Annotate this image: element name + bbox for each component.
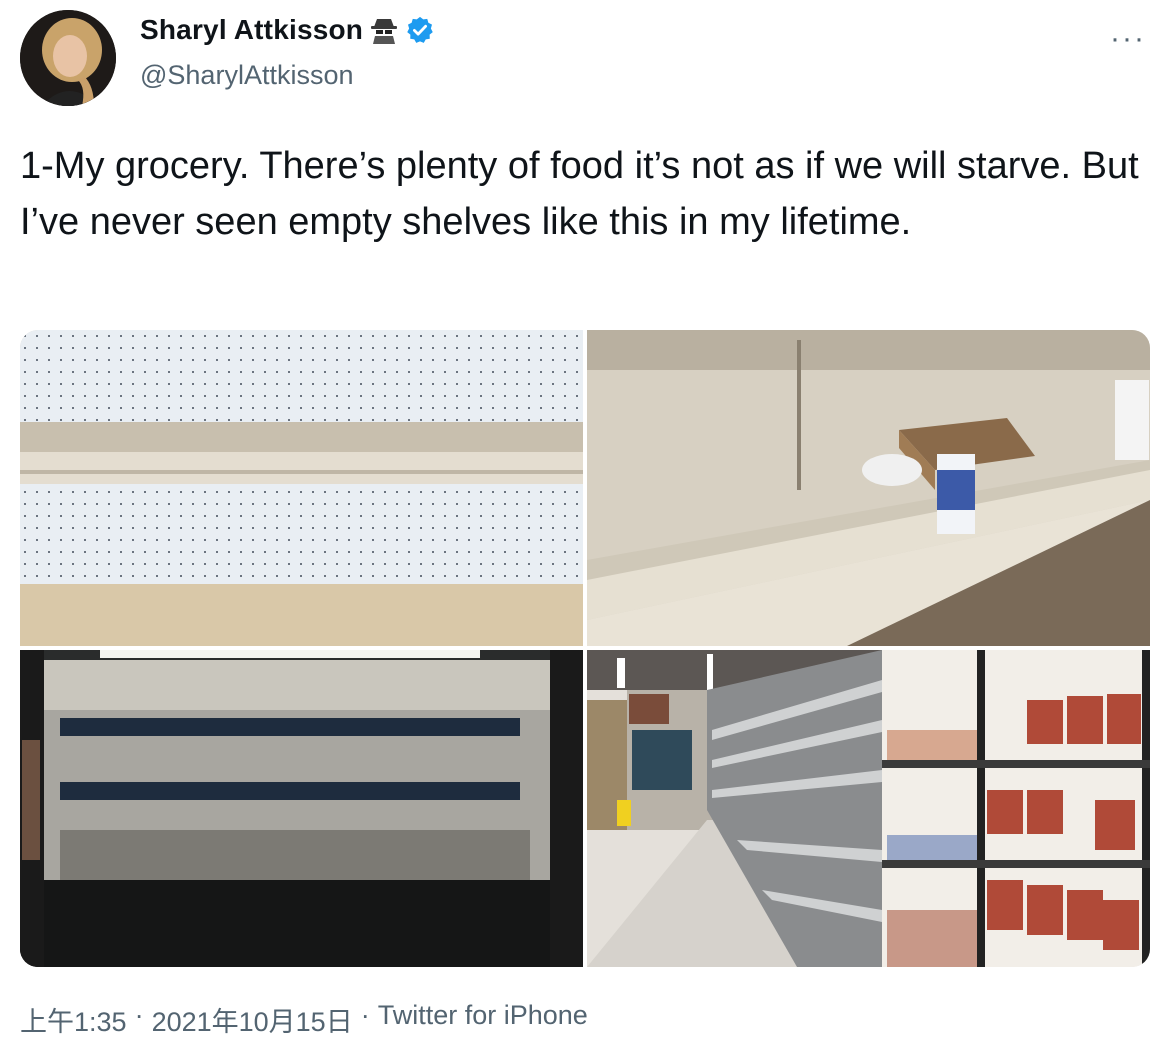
author-name[interactable]: Sharyl Attkisson <box>140 14 363 46</box>
tweet-metadata: 上午1:35 · 2021年10月15日 · Twitter for iPhon… <box>20 1000 588 1039</box>
tweet-date[interactable]: 2021年10月15日 <box>152 1000 353 1039</box>
photo-empty-shelf-with-carton[interactable] <box>587 330 1150 646</box>
spy-emoji-icon <box>369 15 399 45</box>
tweet-source[interactable]: Twitter for iPhone <box>378 1000 588 1039</box>
avatar-image <box>20 10 116 106</box>
separator-dot: · <box>360 1000 370 1030</box>
media-grid <box>20 330 1150 967</box>
tweet-text: 1-My grocery. There’s plenty of food it’… <box>20 145 1139 243</box>
more-options-icon[interactable]: ··· <box>1110 22 1146 56</box>
verified-badge-icon <box>405 15 435 45</box>
photo-empty-pegboard-shelves[interactable] <box>20 330 583 646</box>
separator-dot: · <box>134 1000 144 1030</box>
author-name-row[interactable]: Sharyl Attkisson <box>140 14 435 46</box>
avatar[interactable] <box>20 10 116 106</box>
photo-empty-display-case[interactable] <box>20 650 583 967</box>
author-handle[interactable]: @SharylAttkisson <box>140 60 353 91</box>
photo-empty-grocery-aisle[interactable] <box>587 650 1150 967</box>
tweet-time[interactable]: 上午1:35 <box>20 1000 127 1039</box>
